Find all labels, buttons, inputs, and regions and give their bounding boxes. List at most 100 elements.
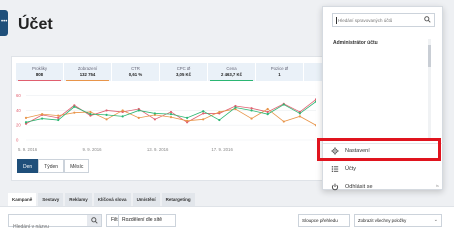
- data-point: [234, 106, 237, 109]
- data-point: [105, 113, 108, 116]
- data-point: [137, 116, 140, 119]
- data-point: [266, 107, 269, 111]
- x-tick-label: 5. 9. 2016: [18, 147, 38, 152]
- stat-value: 0,61 %: [128, 72, 143, 77]
- data-point: [298, 115, 301, 118]
- x-tick-label: 17. 9. 2016: [211, 147, 233, 152]
- data-point: [57, 116, 60, 119]
- data-point: [89, 113, 92, 116]
- x-tick-label: 13. 9. 2016: [147, 147, 169, 152]
- data-point: [57, 118, 60, 122]
- name-search: [8, 214, 102, 233]
- clipped-text: ts: [436, 184, 439, 188]
- y-tick-label: 60: [16, 93, 21, 98]
- search-icon: [90, 217, 98, 224]
- tab-groups[interactable]: Sestavy: [38, 193, 64, 206]
- data-point: [250, 109, 253, 112]
- period-week-button[interactable]: Týden: [38, 159, 65, 173]
- data-point: [250, 107, 253, 110]
- stat-metric[interactable]: CTR 0,61 %: [112, 63, 160, 81]
- tab-retargeting[interactable]: Retargeting: [161, 193, 195, 206]
- stat-metric[interactable]: CPC Ø 3,05 Kč: [160, 63, 208, 81]
- entity-tabs: Kampaně Sestavy Reklamy Klíčová slova Um…: [8, 193, 197, 206]
- stat-series-bar: [18, 79, 61, 81]
- menu-item-logout[interactable]: Odhlásit se: [331, 180, 436, 194]
- data-point: [41, 117, 44, 120]
- y-tick-label: 20: [16, 123, 21, 128]
- menu-item-label: Účty: [345, 166, 356, 172]
- data-point: [24, 116, 28, 119]
- show-all-label: Zobrazit všechny položky: [358, 218, 407, 223]
- data-point: [57, 114, 60, 117]
- power-icon: [331, 183, 339, 191]
- data-point: [282, 120, 285, 123]
- data-point: [169, 116, 173, 119]
- tab-keywords[interactable]: Klíčová slova: [93, 193, 131, 206]
- chevron-down-icon: ⌄: [433, 217, 438, 223]
- stat-metric[interactable]: Cena 2 463,7 Kč: [208, 63, 256, 81]
- stat-value: 808: [35, 72, 44, 77]
- data-point: [202, 118, 205, 121]
- stat-metric[interactable]: Pozice Ø1: [256, 63, 304, 81]
- tab-campaigns[interactable]: Kampaně: [8, 193, 37, 206]
- y-tick-label: 40: [16, 108, 21, 113]
- stat-value: 132 754: [79, 72, 96, 77]
- menu-item-label: Odhlásit se: [345, 184, 373, 190]
- stat-value: 3,05 Kč: [175, 72, 192, 77]
- data-point: [266, 113, 269, 116]
- account-menu-dropdown: Administrátor účtu Nastavení Účty Odhlás…: [322, 6, 444, 191]
- y-tick-label: 0: [16, 138, 19, 143]
- data-point: [73, 105, 76, 108]
- name-search-input[interactable]: [9, 221, 89, 233]
- search-button[interactable]: [87, 215, 101, 226]
- account-admin-heading: Administrátor účtu: [333, 40, 378, 46]
- side-panel-toggle[interactable]: •••: [0, 10, 8, 36]
- list-icon: [331, 166, 339, 172]
- data-point: [266, 110, 269, 114]
- stat-series-bar: [210, 79, 253, 81]
- dots-icon: •••: [1, 19, 8, 25]
- data-point: [153, 112, 156, 115]
- data-point: [202, 112, 205, 115]
- tab-placements[interactable]: Umístění: [132, 193, 160, 206]
- data-point: [24, 121, 28, 124]
- stats-bar: Prokliky 808 Zobrazení 132 754 CTR 0,61 % CPC …: [16, 63, 352, 81]
- data-point: [121, 109, 124, 112]
- data-point: [121, 115, 124, 118]
- data-point: [186, 116, 189, 119]
- stat-series-bar: [66, 79, 109, 81]
- data-point: [41, 113, 44, 116]
- data-point: [218, 110, 221, 114]
- tab-ads[interactable]: Reklamy: [65, 193, 92, 206]
- data-point: [202, 110, 205, 113]
- stat-metric[interactable]: Zobrazení 132 754: [64, 63, 112, 81]
- data-point: [169, 110, 173, 114]
- settings-highlight-box: [317, 138, 441, 161]
- columns-button[interactable]: Sloupce přehledu: [298, 214, 350, 227]
- data-point: [105, 118, 108, 121]
- show-all-select[interactable]: Zobrazit všechny položky ⌄: [354, 214, 442, 227]
- text-caret: [336, 17, 337, 24]
- data-point: [250, 117, 253, 120]
- data-point: [186, 119, 189, 122]
- data-point: [169, 113, 173, 116]
- stat-value: 1: [278, 72, 281, 77]
- dropdown-scrollbar[interactable]: [428, 39, 431, 139]
- account-search-input[interactable]: [338, 15, 420, 26]
- data-point: [218, 118, 221, 122]
- data-point: [282, 103, 285, 106]
- period-month-button[interactable]: Měsíc: [64, 159, 90, 173]
- stat-value: 2 463,7 Kč: [220, 72, 243, 77]
- menu-item-accounts[interactable]: Účty: [331, 162, 436, 176]
- period-day-button[interactable]: Den: [17, 159, 39, 173]
- stat-metric[interactable]: Prokliky 808: [16, 63, 64, 81]
- scrollbar-thumb[interactable]: [428, 45, 431, 67]
- account-search: [332, 13, 435, 27]
- data-point: [298, 112, 301, 115]
- page-title: Účet: [18, 16, 53, 33]
- period-switch: Den Týden Měsíc: [17, 159, 90, 173]
- data-point: [153, 118, 156, 121]
- data-point: [105, 109, 108, 112]
- network-split-button[interactable]: Rozdělení dle sítě: [118, 214, 176, 227]
- data-point: [73, 111, 76, 114]
